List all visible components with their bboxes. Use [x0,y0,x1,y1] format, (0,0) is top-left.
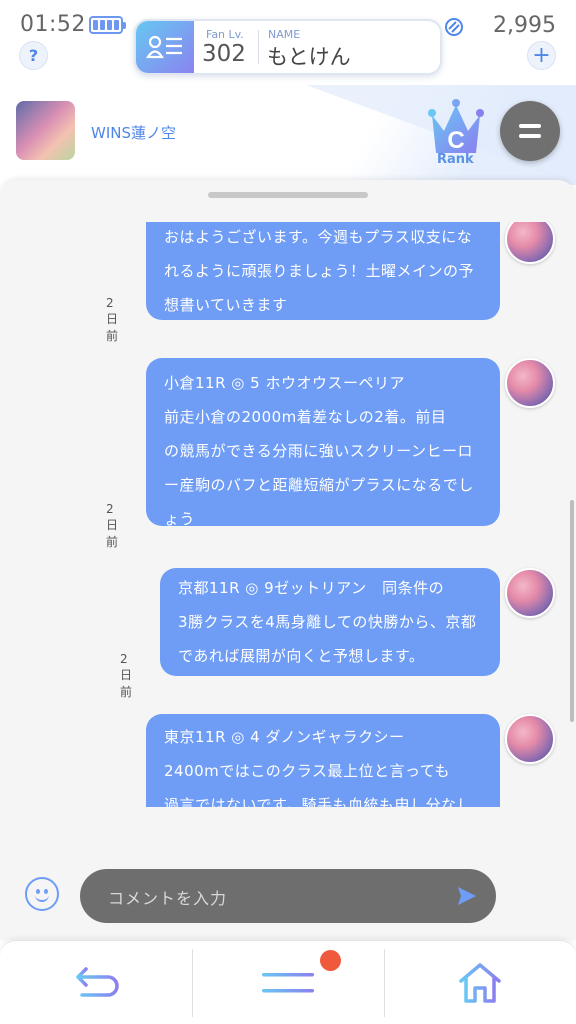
bottom-nav [0,940,576,1024]
fan-level-label: Fan Lv. [206,28,244,41]
back-button[interactable] [66,953,126,1013]
profile-divider [258,30,259,64]
menu-icon [262,973,314,993]
id-card-icon [136,21,194,73]
clock: 01:52 [20,12,86,37]
message-list[interactable]: おはようございます。今週もプラス収支にな れるように頑張りましょう！土曜メインの… [0,222,576,807]
profile-card[interactable]: Fan Lv. 302 NAME もとけん [134,19,442,75]
battery-icon [89,16,126,34]
message-time: 2日前 [106,296,119,343]
sender-avatar[interactable] [505,568,555,618]
notification-badge [320,950,341,971]
fan-level-value: 302 [202,41,246,67]
send-icon[interactable] [456,885,478,907]
rank-letter: C [447,127,464,154]
sender-avatar[interactable] [505,222,555,264]
help-button[interactable]: ? [19,41,48,70]
back-icon [76,967,119,997]
comment-input[interactable]: コメントを入力 [80,869,496,923]
coin-icon [445,18,463,36]
home-icon [459,963,501,1003]
message-time: 2日前 [120,652,133,699]
add-currency-button[interactable]: + [527,41,556,70]
room-header: WINS蓮ノ空 C Rank [0,85,576,185]
rank-label: Rank [437,152,474,167]
sender-avatar[interactable] [505,358,555,408]
room-avatar[interactable] [16,101,75,160]
message-bubble: 東京11R ◎ 4 ダノンギャラクシー 2400mではこのクラス最上位と言っても… [146,714,500,807]
message-bubble: 小倉11R ◎ 5 ホウオウスーペリア 前走小倉の2000m着差なしの2着。前目… [146,358,500,528]
currency-amount: 2,995 [493,13,556,38]
top-status-bar: 01:52 ? Fan Lv. 302 NAME もとけん 2,995 + [0,0,576,90]
room-name: WINS蓮ノ空 [91,124,176,142]
user-name: もとけん [267,45,351,69]
panel-grabber[interactable] [208,192,368,198]
message-time: 2日前 [106,502,119,549]
menu-button[interactable] [258,953,318,1013]
chat-panel: おはようございます。今週もプラス収支にな れるように頑張りましょう！土曜メインの… [0,180,576,940]
room-menu-button[interactable] [500,101,560,161]
comment-placeholder: コメントを入力 [108,889,228,908]
message-bubble: 京都11R ◎ 9ゼットリアン 同条件の 3勝クラスを4馬身離しての快勝から、京… [160,568,500,676]
home-button[interactable] [450,953,510,1013]
name-label: NAME [268,28,301,41]
emoji-icon[interactable] [25,877,59,911]
sender-avatar[interactable] [505,714,555,764]
scrollbar[interactable] [570,500,574,722]
message-bubble: おはようございます。今週もプラス収支にな れるように頑張りましょう！土曜メインの… [146,222,500,320]
